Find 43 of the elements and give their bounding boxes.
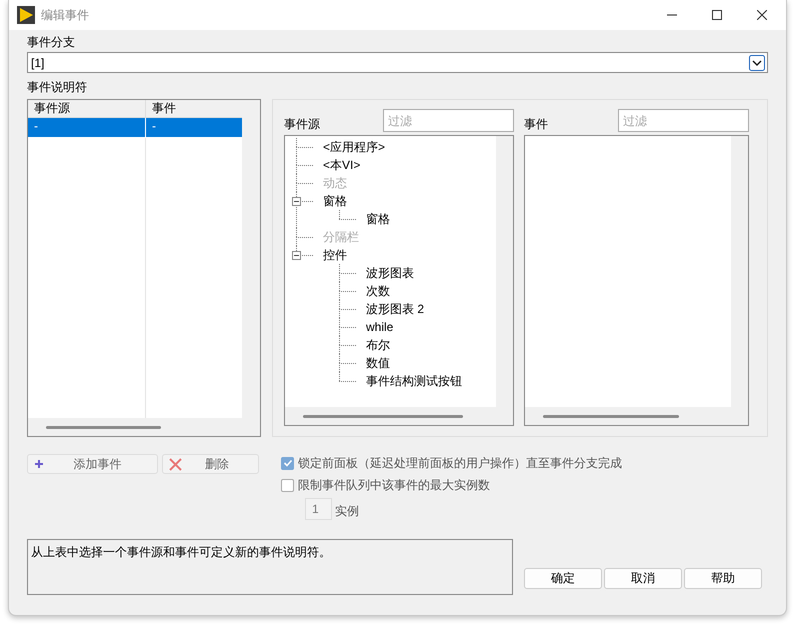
checkbox-label: 锁定前面板（延迟处理前面板的用户操作）直至事件分支完成 xyxy=(298,454,622,472)
tree-item[interactable]: 波形图表 xyxy=(366,264,414,282)
window-title: 编辑事件 xyxy=(41,6,89,24)
tree-item[interactable]: 窗格 xyxy=(366,210,390,228)
tree-item[interactable]: <应用程序> xyxy=(323,138,386,156)
tree-item[interactable]: 布尔 xyxy=(366,336,390,354)
table-cell: - xyxy=(28,118,146,137)
collapse-icon[interactable] xyxy=(292,197,301,206)
plus-icon xyxy=(34,459,44,469)
tree-item[interactable]: 数值 xyxy=(366,354,390,372)
tree-item[interactable]: while xyxy=(366,320,394,334)
x-icon xyxy=(169,458,182,470)
tree-item[interactable]: 控件 xyxy=(323,246,347,264)
tree-item[interactable]: 窗格 xyxy=(323,192,347,210)
column-header[interactable]: 事件 xyxy=(146,100,242,117)
table-cell-text: - xyxy=(151,118,157,135)
list-label: 事件源 xyxy=(284,116,320,132)
tree-item[interactable]: 次数 xyxy=(366,282,390,300)
filter-field[interactable]: 过滤 xyxy=(618,109,749,132)
tree-item[interactable]: <本VI> xyxy=(323,156,360,174)
checkbox-label: 限制事件队列中该事件的最大实例数 xyxy=(298,476,490,494)
section-label: 事件说明符 xyxy=(27,79,88,96)
scrollbar-thumb[interactable] xyxy=(543,414,679,418)
dialog-button[interactable]: 取消 xyxy=(604,568,682,589)
scrollbar-thumb[interactable] xyxy=(46,426,161,428)
tree-item[interactable]: 波形图表 2 xyxy=(366,300,424,318)
table-row[interactable]: - - xyxy=(28,118,242,137)
event-case-dropdown[interactable]: [1] xyxy=(27,52,768,73)
column-header[interactable]: 事件源 xyxy=(28,100,146,117)
filter-field[interactable]: 过滤 xyxy=(383,109,514,132)
close-icon[interactable] xyxy=(757,10,767,20)
dropdown-caret-icon[interactable] xyxy=(749,54,765,70)
collapse-icon[interactable] xyxy=(292,251,301,260)
dialog-button[interactable]: 帮助 xyxy=(684,568,762,589)
scrollbar-thumb[interactable] xyxy=(303,414,463,418)
tree-item[interactable]: 事件结构测试按钮 xyxy=(366,372,462,390)
maximize-icon[interactable] xyxy=(712,10,722,20)
field-label: 实例 xyxy=(335,503,359,520)
list-label: 事件 xyxy=(524,116,548,132)
dialog-button[interactable]: 确定 xyxy=(524,568,602,589)
field-label: 事件分支 xyxy=(27,34,76,51)
app-logo-icon xyxy=(17,6,35,24)
description-text: 从上表中选择一个事件源和事件可定义新的事件说明符。 xyxy=(31,545,331,559)
